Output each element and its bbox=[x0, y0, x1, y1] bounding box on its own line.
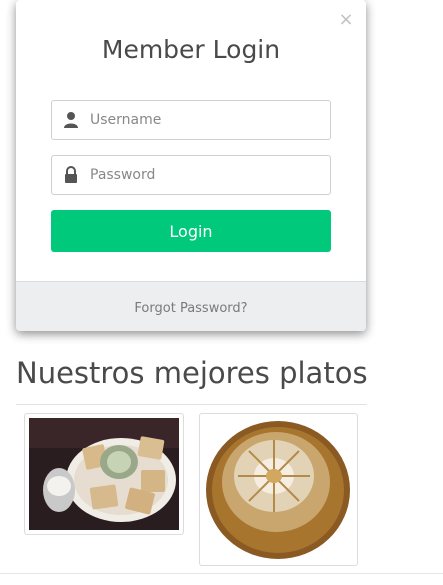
password-field[interactable] bbox=[51, 155, 331, 195]
close-icon[interactable]: × bbox=[338, 11, 354, 29]
password-input[interactable] bbox=[90, 156, 320, 194]
dish-image-2 bbox=[206, 421, 350, 559]
page-divider bbox=[0, 573, 443, 574]
dish-image-1 bbox=[29, 418, 179, 530]
forgot-password-link[interactable]: Forgot Password? bbox=[134, 301, 247, 316]
login-button[interactable]: Login bbox=[51, 210, 331, 252]
lock-icon bbox=[65, 166, 77, 183]
username-input[interactable] bbox=[90, 101, 320, 139]
section-divider bbox=[16, 404, 367, 405]
login-modal: × Member Login Login Forgot Password? bbox=[16, 0, 366, 331]
dish-thumbnail-1[interactable] bbox=[24, 413, 184, 535]
modal-footer: Forgot Password? bbox=[16, 281, 366, 331]
user-icon bbox=[64, 112, 78, 128]
username-field[interactable] bbox=[51, 100, 331, 140]
section-title: Nuestros mejores platos bbox=[16, 356, 368, 390]
modal-title: Member Login bbox=[101, 35, 281, 64]
dish-thumbnail-2[interactable] bbox=[199, 413, 358, 566]
